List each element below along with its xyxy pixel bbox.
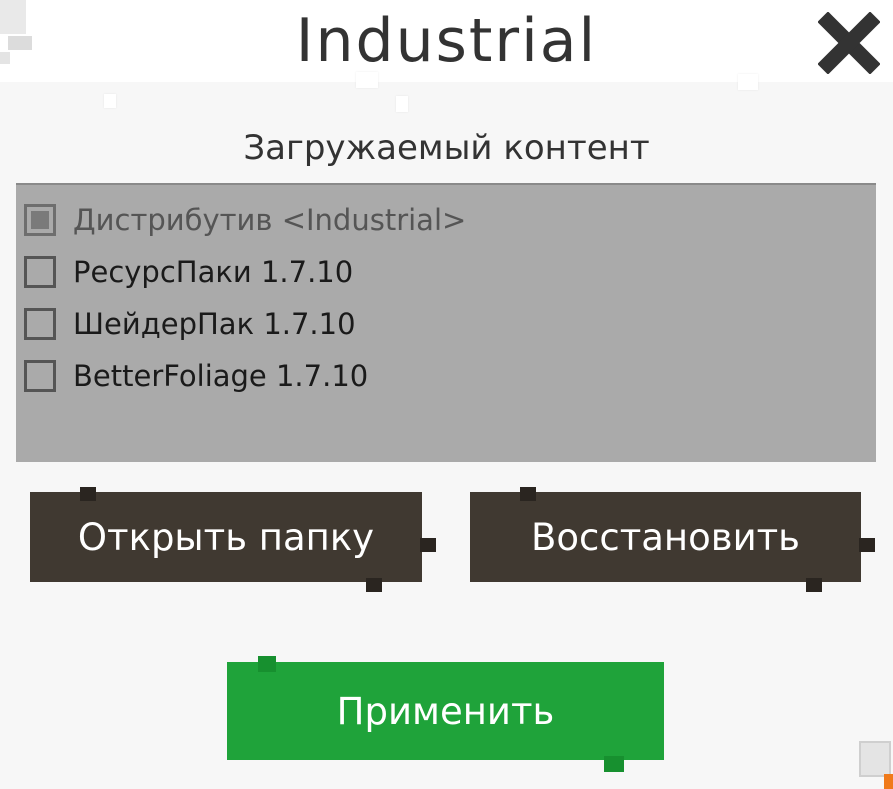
checkbox-locked[interactable] xyxy=(24,204,56,236)
open-folder-button[interactable]: Открыть папку xyxy=(30,492,422,582)
section-label: Загружаемый контент xyxy=(243,128,650,168)
button-corner-nub xyxy=(420,538,436,552)
restore-label: Восстановить xyxy=(531,515,800,559)
button-corner-nub xyxy=(366,578,382,592)
decor-speck xyxy=(104,94,116,108)
button-corner-nub xyxy=(806,578,822,592)
open-folder-label: Открыть папку xyxy=(77,515,375,559)
button-corner-nub xyxy=(859,538,875,552)
checkbox[interactable] xyxy=(24,360,56,392)
restore-button[interactable]: Восстановить xyxy=(470,492,861,582)
apply-button[interactable]: Применить xyxy=(227,662,664,760)
content-list: Дистрибутив <Industrial> РесурсПаки 1.7.… xyxy=(16,183,876,462)
window-header: Industrial xyxy=(0,0,893,82)
content-item-label: Дистрибутив <Industrial> xyxy=(73,203,467,237)
content-item-label: ШейдерПак 1.7.10 xyxy=(73,307,356,341)
content-item-shaderpack[interactable]: ШейдерПак 1.7.10 xyxy=(24,302,356,346)
decor-speck xyxy=(356,72,378,88)
content-item-distribution[interactable]: Дистрибутив <Industrial> xyxy=(24,198,466,242)
button-corner-nub xyxy=(80,487,96,501)
checkbox[interactable] xyxy=(24,256,56,288)
decor-speck xyxy=(738,74,758,90)
button-corner-nub xyxy=(604,756,624,772)
button-corner-nub xyxy=(258,656,276,672)
content-item-betterfoliage[interactable]: BetterFoliage 1.7.10 xyxy=(24,354,368,398)
window-title: Industrial xyxy=(295,6,598,76)
content-item-label: BetterFoliage 1.7.10 xyxy=(73,359,369,393)
checkbox[interactable] xyxy=(24,308,56,340)
decor-speck xyxy=(396,96,408,112)
apply-label: Применить xyxy=(336,689,555,733)
edge-decoration xyxy=(859,741,893,789)
close-icon xyxy=(817,11,881,75)
button-corner-nub xyxy=(520,487,536,501)
content-item-label: РесурсПаки 1.7.10 xyxy=(73,255,354,289)
close-button[interactable] xyxy=(817,11,881,75)
content-item-resourcepacks[interactable]: РесурсПаки 1.7.10 xyxy=(24,250,353,294)
